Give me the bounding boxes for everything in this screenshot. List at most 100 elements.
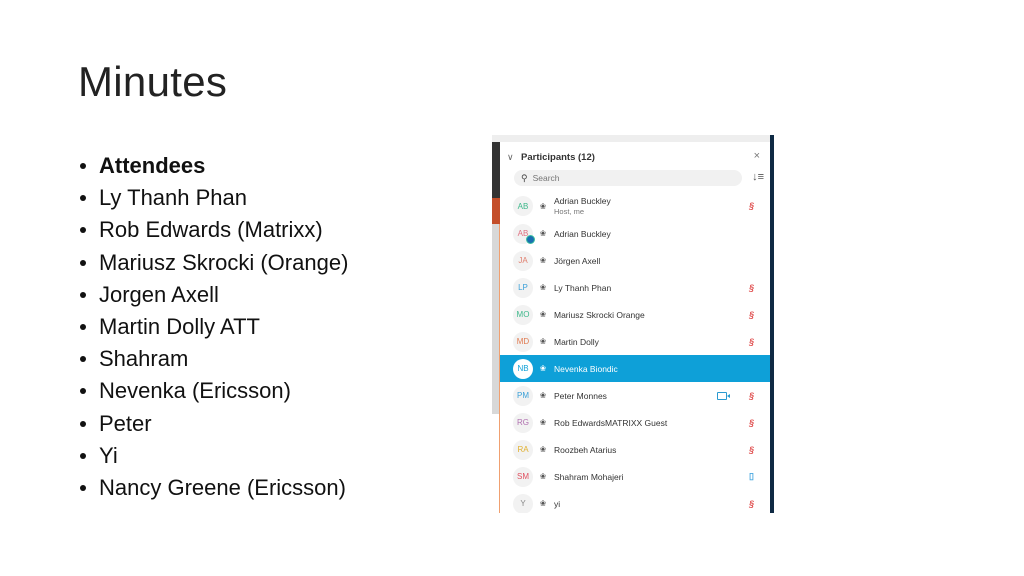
mic-muted-icon[interactable]: § [749, 310, 754, 320]
participant-name: Jörgen Axell [554, 255, 601, 266]
attendee-item: Nancy Greene (Ericsson) [78, 472, 348, 504]
avatar-initials: RG [517, 418, 529, 427]
avatar: MO [513, 304, 533, 325]
sort-icon[interactable]: ↓≡ [752, 171, 764, 183]
participants-header[interactable]: ∨ Participants (12) × [500, 148, 770, 166]
headset-icon: ❀ [539, 418, 547, 427]
participant-row[interactable]: AB ❀ Adrian Buckley [500, 220, 770, 247]
participant-info: Jörgen Axell [554, 256, 600, 266]
headset-icon: ❀ [539, 445, 547, 454]
attendees-heading: Attendees [78, 150, 348, 182]
avatar-initials: MO [516, 310, 530, 319]
avatar: RA [513, 439, 533, 460]
mic-muted-icon[interactable]: § [749, 499, 754, 509]
participant-name: yi [554, 498, 561, 509]
mic-muted-icon[interactable]: § [749, 283, 754, 293]
bullet-text: Nancy Greene (Ericsson) [99, 474, 346, 500]
participant-name: Mariusz Skrocki Orange [554, 309, 645, 320]
participant-row[interactable]: PM ❀ Peter Monnes § [500, 382, 770, 409]
participants-title: Participants (12) [521, 151, 595, 163]
background-app-strip-accent [492, 198, 500, 224]
participant-info: Martin Dolly [554, 337, 599, 347]
bullet-text: Peter [99, 410, 152, 436]
participant-row[interactable]: JA ❀ Jörgen Axell [500, 247, 770, 274]
participant-info: Roozbeh Atarius [554, 445, 616, 455]
camera-icon[interactable] [717, 391, 730, 400]
bullet-icon [80, 324, 86, 331]
participant-row[interactable]: RA ❀ Roozbeh Atarius § [500, 436, 770, 463]
participants-screenshot: ∨ Participants (12) × ⚲ ↓≡ AB ❀ Adrian Buc… [492, 135, 774, 513]
participant-name: Adrian Buckley [554, 196, 611, 206]
attendee-item: Nevenka (Ericsson) [78, 375, 348, 407]
avatar: MD [513, 331, 533, 352]
bullet-text: Martin Dolly ATT [99, 314, 260, 340]
attendee-item: Yi [78, 440, 348, 472]
mic-muted-icon[interactable]: § [749, 445, 754, 455]
close-icon[interactable]: × [754, 150, 760, 162]
presence-status-icon [526, 234, 535, 244]
headset-icon: ❀ [539, 364, 547, 373]
participant-row[interactable]: Y ❀ yi § [500, 490, 770, 513]
participant-row[interactable]: LP ❀ Ly Thanh Phan § [500, 274, 770, 301]
avatar-initials: RA [517, 445, 529, 454]
mic-muted-icon[interactable]: § [749, 201, 754, 211]
participant-info: Adrian Buckley [554, 229, 611, 239]
participant-info: Mariusz Skrocki Orange [554, 310, 645, 320]
participant-info: Adrian Buckley Host, me [554, 196, 611, 216]
avatar-initials: MD [516, 337, 530, 346]
search-box[interactable]: ⚲ [514, 170, 742, 186]
headset-icon: ❀ [539, 337, 547, 346]
avatar-initials: Y [520, 499, 526, 508]
window-border [770, 135, 774, 513]
participant-role: Host, me [554, 207, 585, 216]
participant-row[interactable]: SM ❀ Shahram Mohajeri ▯ [500, 463, 770, 490]
participant-row[interactable]: AB ❀ Adrian Buckley Host, me § [500, 192, 770, 220]
avatar: AB [513, 223, 535, 244]
bullet-icon [80, 452, 86, 459]
avatar-initials: NB [517, 364, 529, 373]
bullet-icon [80, 291, 86, 298]
participant-info: Shahram Mohajeri [554, 472, 623, 482]
attendee-list: Attendees Ly Thanh Phan Rob Edwards (Matri… [78, 150, 348, 504]
avatar-initials: JA [518, 256, 528, 265]
mic-muted-icon[interactable]: § [749, 391, 754, 401]
participant-row[interactable]: NB ❀ Nevenka Biondic [500, 355, 770, 382]
participant-row[interactable]: MO ❀ Mariusz Skrocki Orange § [500, 301, 770, 328]
participant-info: Peter Monnes [554, 391, 607, 401]
attendee-item: Ly Thanh Phan [78, 182, 348, 214]
search-input[interactable] [532, 173, 723, 183]
participant-name: Shahram Mohajeri [554, 471, 624, 482]
bullet-icon [80, 420, 86, 427]
headset-icon: ❀ [539, 472, 547, 481]
avatar: RG [513, 412, 533, 433]
mic-muted-icon[interactable]: § [749, 418, 754, 428]
avatar-initials: AB [517, 201, 529, 211]
attendee-item: Mariusz Skrocki (Orange) [78, 247, 348, 279]
bullet-icon [80, 259, 86, 266]
avatar: Y [513, 493, 533, 513]
bullet-icon [80, 484, 86, 491]
participant-name: Roozbeh Atarius [554, 444, 617, 455]
participant-name: Nevenka Biondic [554, 363, 618, 374]
participant-row[interactable]: MD ❀ Martin Dolly § [500, 328, 770, 355]
mic-muted-icon[interactable]: § [749, 337, 754, 347]
bullet-text: Nevenka (Ericsson) [99, 378, 291, 404]
participant-name: Adrian Buckley [554, 228, 611, 239]
headset-icon: ❀ [539, 283, 547, 292]
slide-title: Minutes [78, 58, 228, 105]
participant-name: Rob EdwardsMATRIXX Guest [554, 417, 668, 428]
participant-row[interactable]: RG ❀ Rob EdwardsMATRIXX Guest § [500, 409, 770, 436]
avatar-initials: PM [517, 391, 529, 400]
bullet-text: Ly Thanh Phan [99, 185, 248, 211]
attendee-item: Martin Dolly ATT [78, 311, 348, 343]
headset-icon: ❀ [539, 256, 547, 265]
attendee-item: Rob Edwards (Matrixx) [78, 214, 348, 246]
background-scrollbar[interactable] [492, 224, 499, 414]
bullet-icon [80, 356, 86, 363]
attendee-item: Peter [78, 408, 348, 440]
attendee-item: Shahram [78, 343, 348, 375]
headset-icon: ❀ [539, 201, 547, 211]
mic-active-icon[interactable]: ▯ [749, 471, 754, 482]
chevron-down-icon[interactable]: ∨ [507, 152, 517, 163]
participant-info: Nevenka Biondic [554, 364, 618, 374]
